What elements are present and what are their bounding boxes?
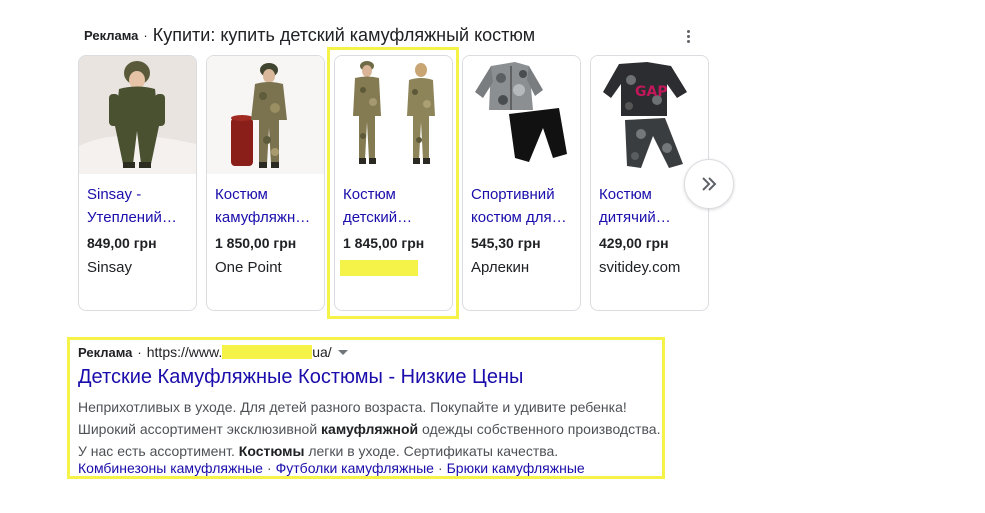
product-price: 545,30 грн	[471, 235, 541, 251]
shopping-ads-header: Реклама · Купити: купить детский камуфля…	[84, 24, 535, 46]
product-title[interactable]: Костюм камуфляжн…	[215, 183, 321, 229]
ad-url-prefix: https://www.	[146, 344, 223, 360]
product-image-3	[335, 56, 452, 174]
redacted-seller-highlight	[340, 260, 418, 276]
product-title[interactable]: Sinsay - Утеплений…	[87, 183, 193, 229]
product-price: 1 845,00 грн	[343, 235, 425, 251]
product-card-4[interactable]: Спортивний костюм для… 545,30 грн Арлеки…	[462, 55, 581, 311]
desc-bold: Костюмы	[238, 443, 305, 459]
ad-url-suffix: ua/	[312, 344, 332, 360]
desc-text: легки в уходе. Сертификаты качества.	[304, 443, 559, 459]
product-card-2[interactable]: Костюм камуфляжн… 1 850,00 грн One Point	[206, 55, 325, 311]
product-title[interactable]: Спортивний костюм для…	[471, 183, 577, 229]
separator: ·	[137, 344, 142, 360]
product-price: 429,00 грн	[599, 235, 669, 251]
product-price: 1 850,00 грн	[215, 235, 297, 251]
sitelink-separator: ·	[266, 460, 272, 476]
product-image-4	[463, 56, 580, 174]
product-image-1	[79, 56, 196, 174]
ad-label: Реклама	[84, 27, 139, 43]
product-price: 849,00 грн	[87, 235, 157, 251]
text-ad-title-link[interactable]: Детские Камуфляжные Костюмы - Низкие Цен…	[78, 366, 523, 389]
more-vert-icon[interactable]	[680, 27, 696, 45]
url-dropdown-arrow-icon[interactable]	[337, 349, 348, 355]
product-image-2	[207, 56, 324, 174]
sitelink-trousers[interactable]: Брюки камуфляжные	[447, 460, 585, 476]
product-card-1[interactable]: Sinsay - Утеплений… 849,00 грн Sinsay	[78, 55, 197, 311]
carousel-next-button[interactable]	[684, 159, 734, 209]
svg-text:GAP: GAP	[635, 84, 668, 100]
sitelinks: Комбинезоны камуфляжные · Футболки камуфля…	[78, 460, 585, 476]
product-seller: svitidey.com	[599, 259, 681, 276]
product-seller: Арлекин	[471, 259, 530, 276]
text-ad-header: Реклама · https://www. ua/	[78, 344, 348, 360]
sitelink-overalls[interactable]: Комбинезоны камуфляжные	[78, 460, 263, 476]
product-seller: Sinsay	[87, 259, 133, 276]
sitelink-tshirts[interactable]: Футболки камуфляжные	[276, 460, 434, 476]
product-image-5: GAP	[591, 56, 708, 174]
text-ad-description: Неприхотливых в уходе. Для детей разного…	[78, 396, 663, 462]
desc-bold: камуфляжной	[321, 421, 419, 437]
product-seller: One Point	[215, 259, 282, 276]
redacted-url-highlight	[222, 345, 313, 359]
product-title[interactable]: Костюм детский…	[343, 183, 449, 229]
separator: ·	[143, 27, 148, 43]
shopping-title: Купити: купить детский камуфляжный костю…	[152, 24, 536, 45]
sitelink-separator: ·	[437, 460, 443, 476]
double-chevron-right-icon	[702, 177, 717, 191]
ad-label: Реклама	[78, 344, 133, 360]
text-ad: Реклама · https://www. ua/ Детские Камуф…	[67, 337, 665, 479]
